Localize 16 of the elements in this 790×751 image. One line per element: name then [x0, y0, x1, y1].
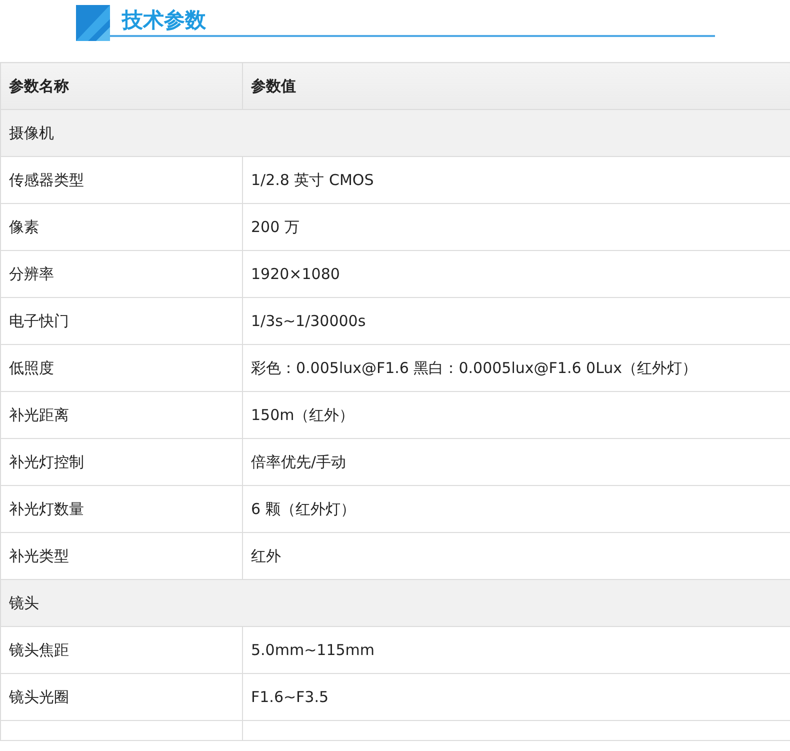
- column-header: 参数名称: [0, 62, 242, 110]
- table-cell: 补光灯控制: [0, 438, 242, 486]
- table-cell: 补光灯数量: [0, 486, 242, 532]
- table-cell: 镜头光圈: [0, 674, 242, 720]
- column-header: 参数值: [242, 62, 790, 110]
- section-title: 技术参数: [122, 8, 206, 32]
- section-row: 摄像机: [0, 110, 790, 156]
- table-cell: 电子快门: [0, 298, 242, 344]
- table-cell: 分辨率: [0, 250, 242, 298]
- table-cell: 传感器类型: [0, 156, 242, 204]
- table-cell: 镜头焦距: [0, 626, 242, 674]
- table-cell: 补光距离: [0, 392, 242, 438]
- section-row: 镜头: [0, 580, 790, 626]
- table-cell: 低照度: [0, 344, 242, 392]
- square-logo-icon: [76, 5, 110, 41]
- table-cell: 像素: [0, 204, 242, 250]
